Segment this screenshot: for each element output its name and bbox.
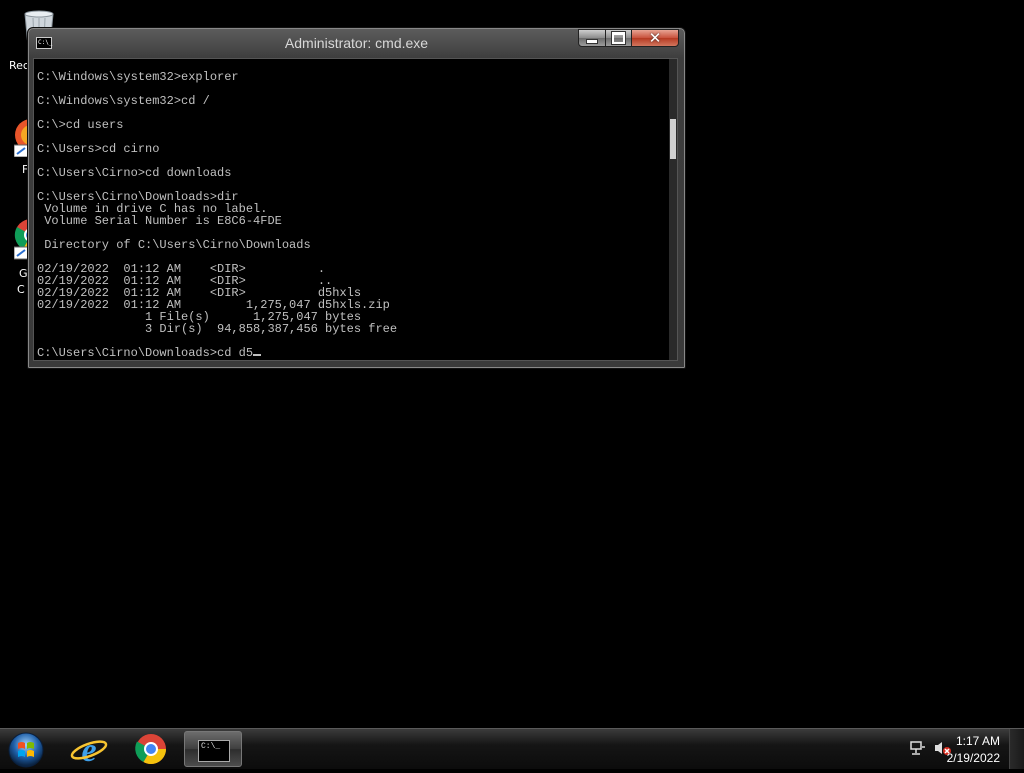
show-desktop-button[interactable] [1009, 729, 1024, 769]
taskbar: e C:\_ 1:17 AM 2/19/2022 [0, 728, 1024, 769]
console-history: C:\Windows\system32>explorer C:\Windows\… [37, 70, 398, 336]
chrome-icon [124, 734, 178, 771]
maximize-button[interactable] [605, 29, 632, 47]
taskbar-internet-explorer[interactable]: e [62, 731, 116, 769]
start-button[interactable] [7, 731, 45, 769]
desktop-icon-label: Rec [9, 59, 29, 72]
windows-start-orb-icon [7, 732, 45, 773]
command-prompt-line[interactable]: C:\Users\Cirno\Downloads>cd d5 [37, 346, 253, 360]
cmd-window[interactable]: C:\_ Administrator: cmd.exe ✕ C:\Windows… [27, 27, 686, 369]
minimize-icon [586, 38, 598, 44]
console-text: C:\Windows\system32>explorer C:\Windows\… [37, 71, 397, 359]
clock-time[interactable]: 1:17 AM [956, 734, 1000, 748]
internet-explorer-icon: e [62, 732, 116, 771]
system-tray: 1:17 AM 2/19/2022 [884, 729, 1024, 769]
close-button[interactable]: ✕ [631, 29, 679, 47]
minimize-button[interactable] [578, 29, 606, 47]
taskbar-google-chrome[interactable] [124, 731, 178, 767]
clock-date[interactable]: 2/19/2022 [947, 751, 1000, 765]
text-cursor [253, 354, 262, 356]
vertical-scrollbar[interactable] [669, 59, 677, 360]
svg-text:e: e [81, 732, 96, 767]
console-output-area[interactable]: C:\Windows\system32>explorer C:\Windows\… [33, 58, 678, 361]
desktop-icon-label-line2: C [17, 283, 25, 296]
command-prompt-icon: C:\_ [198, 740, 230, 762]
scrollbar-thumb[interactable] [670, 119, 676, 159]
taskbar-cmd[interactable]: C:\_ [184, 731, 242, 767]
maximize-icon [612, 32, 625, 44]
close-icon: ✕ [648, 29, 662, 47]
network-icon[interactable] [910, 740, 926, 760]
